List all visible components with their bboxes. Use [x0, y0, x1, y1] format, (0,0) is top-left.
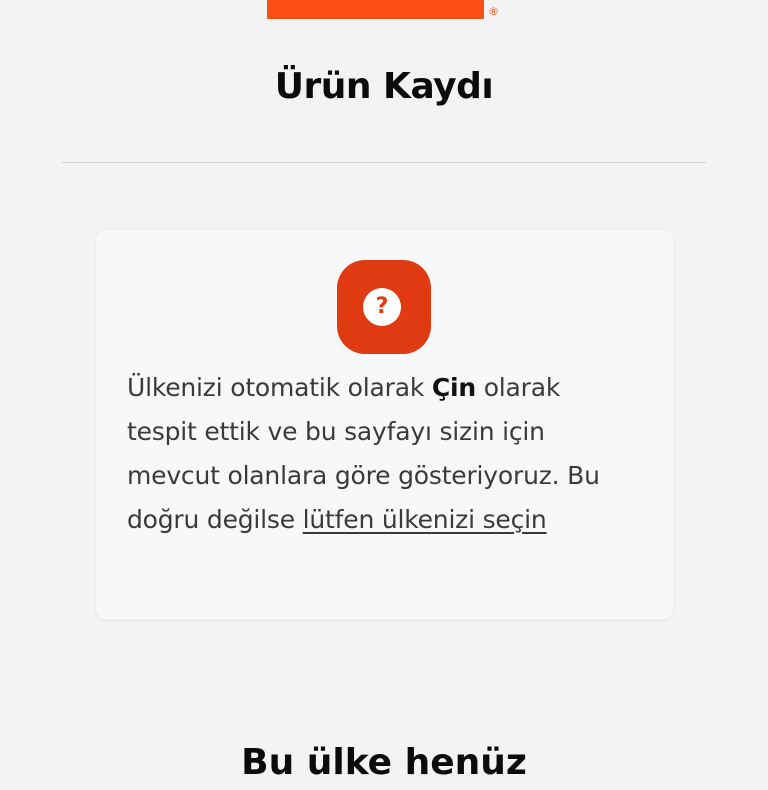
- question-icon: ?: [363, 288, 401, 326]
- notice-text-before: Ülkenizi otomatik olarak: [127, 373, 432, 402]
- notice-message: Ülkenizi otomatik olarak Çin olarak tesp…: [127, 366, 627, 542]
- country-detection-notice: ? Ülkenizi otomatik olarak Çin olarak te…: [96, 230, 673, 619]
- registered-trademark-mark: ®: [488, 5, 499, 18]
- page-title: Ürün Kaydı: [274, 66, 494, 107]
- brand-logo[interactable]: [267, 0, 484, 19]
- section-title: Bu ülke henüz: [241, 742, 527, 783]
- select-country-link[interactable]: lütfen ülkenizi seçin: [303, 505, 547, 534]
- help-badge: ?: [337, 260, 431, 354]
- detected-country: Çin: [431, 373, 476, 402]
- header-divider: [62, 162, 706, 163]
